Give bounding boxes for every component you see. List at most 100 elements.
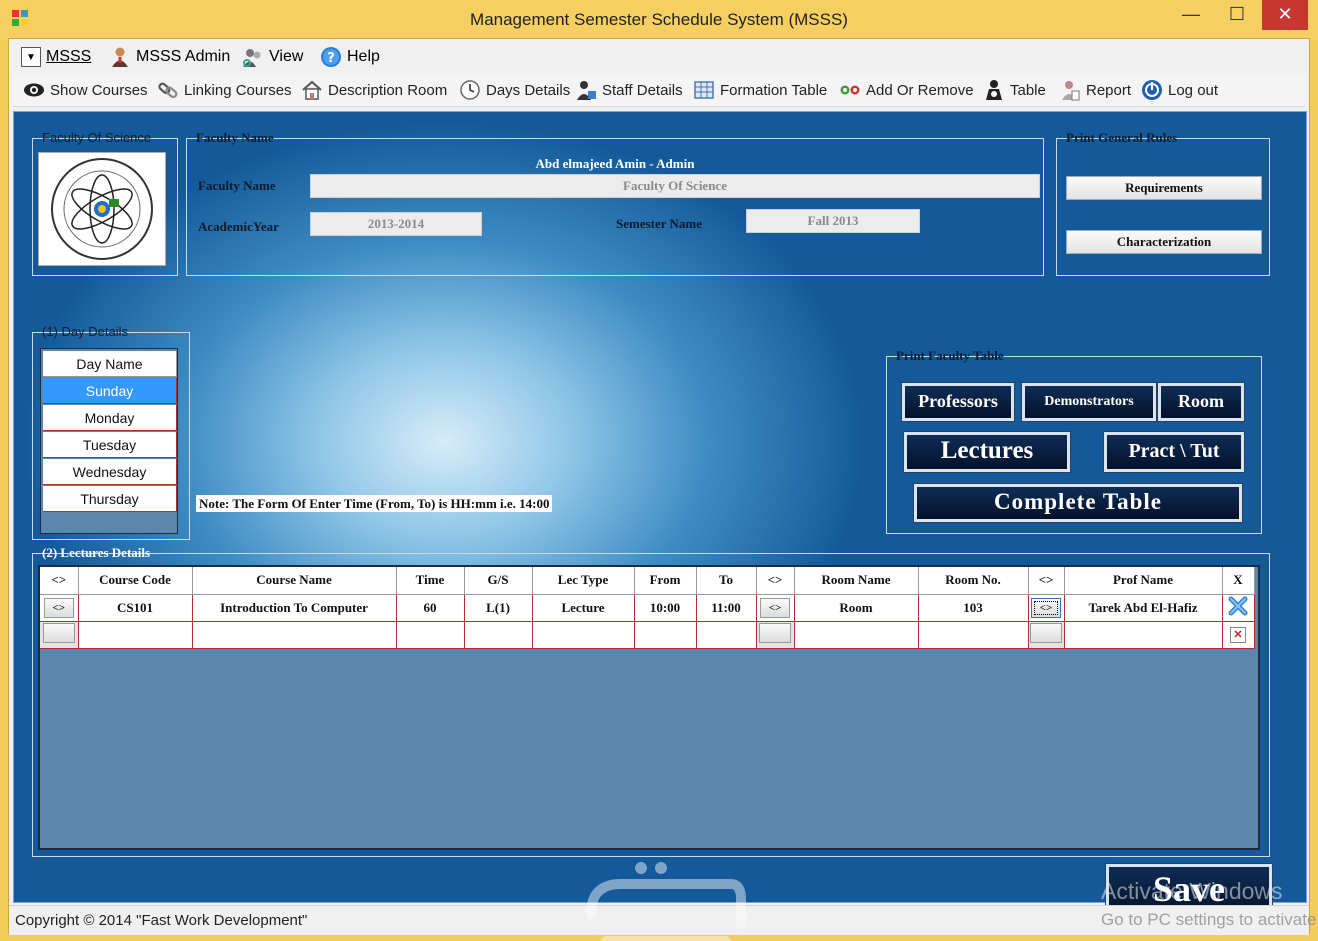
characterization-button[interactable]: Characterization (1066, 230, 1262, 254)
cell-room-no[interactable]: 103 (918, 594, 1029, 622)
row-prof-nav-button[interactable]: <> (1028, 594, 1065, 622)
group-title: Faculty Of Science (42, 130, 152, 145)
nav-button[interactable]: <> (760, 597, 790, 618)
pract-tut-button[interactable]: Pract \ Tut (1103, 431, 1245, 473)
tool-description-room[interactable]: Description Room (301, 78, 447, 102)
menu-view[interactable]: View (242, 45, 303, 69)
menu-label: MSSS Admin (136, 48, 231, 65)
empty-cell[interactable] (464, 621, 533, 649)
empty-cell[interactable] (532, 621, 635, 649)
day-list-header: Day Name (43, 351, 177, 377)
empty-cell[interactable] (40, 621, 79, 649)
day-list: Day Name Sunday Monday Tuesday Wednesday… (40, 348, 178, 534)
col-prof-name: Prof Name (1064, 567, 1223, 595)
cell-gs[interactable]: L(1) (464, 594, 533, 622)
day-monday[interactable]: Monday (43, 405, 177, 431)
delete-x-icon[interactable] (1227, 595, 1249, 617)
faculty-name-label: Faculty Name (198, 178, 276, 193)
day-thursday[interactable]: Thursday (43, 486, 177, 512)
table-row[interactable]: <> CS101 Introduction To Computer 60 L(1… (40, 594, 1255, 622)
small-delete-icon[interactable]: ✕ (1230, 627, 1246, 643)
requirements-button[interactable]: Requirements (1066, 176, 1262, 200)
nav-button[interactable]: <> (1031, 597, 1061, 618)
room-button[interactable]: Room (1157, 382, 1245, 422)
report-icon (1062, 81, 1080, 101)
admin-person-icon (112, 47, 128, 67)
col-course-name: Course Name (192, 567, 397, 595)
row-delete[interactable] (1222, 594, 1255, 622)
empty-nav-button[interactable] (1030, 622, 1062, 643)
maximize-button[interactable]: ☐ (1214, 0, 1260, 30)
menu-label: View (269, 48, 304, 65)
title-bar: Management Semester Schedule System (MSS… (0, 0, 1318, 40)
empty-cell[interactable] (696, 621, 757, 649)
empty-nav-button[interactable] (42, 622, 75, 643)
dropdown-box-icon: ▼ (21, 47, 41, 67)
cell-to[interactable]: 11:00 (696, 594, 757, 622)
tool-label: Staff Details (602, 81, 683, 99)
tool-label: Report (1086, 81, 1132, 99)
add-remove-icon (840, 85, 860, 95)
semester-name-field[interactable]: Fall 2013 (746, 209, 920, 233)
cell-course-name[interactable]: Introduction To Computer (192, 594, 397, 622)
academic-year-label: AcademicYear (198, 219, 279, 234)
copyright-text: Copyright © 2014 "Fast Work Development" (15, 912, 308, 929)
row-room-nav-button[interactable]: <> (756, 594, 795, 622)
menu-msss-admin[interactable]: MSSS Admin (109, 45, 230, 69)
table-row-new[interactable]: ✕ (40, 621, 1255, 649)
tool-days-details[interactable]: Days Details (459, 78, 570, 102)
complete-table-button[interactable]: Complete Table (913, 483, 1243, 523)
cell-prof-name[interactable]: Tarek Abd El-Hafiz (1064, 594, 1223, 622)
cell-lec-type[interactable]: Lecture (532, 594, 635, 622)
tool-report[interactable]: Report (1059, 78, 1131, 102)
day-tuesday[interactable]: Tuesday (43, 432, 177, 458)
tool-staff-details[interactable]: Staff Details (575, 78, 683, 102)
empty-cell[interactable] (918, 621, 1029, 649)
tool-label: Show Courses (50, 81, 148, 99)
empty-cell[interactable] (634, 621, 697, 649)
day-wednesday[interactable]: Wednesday (43, 459, 177, 485)
logged-user: Abd elmajeed Amin - Admin (535, 156, 695, 171)
professors-button[interactable]: Professors (901, 382, 1015, 422)
tool-label: Linking Courses (184, 81, 292, 99)
tool-table[interactable]: Table (983, 78, 1046, 102)
cell-from[interactable]: 10:00 (634, 594, 697, 622)
logout-icon (1142, 80, 1162, 100)
tool-label: Log out (1168, 81, 1219, 99)
empty-cell[interactable] (396, 621, 465, 649)
row-nav-button[interactable]: <> (40, 594, 79, 622)
tool-linking-courses[interactable]: Linking Courses (157, 78, 292, 102)
empty-cell[interactable] (1028, 621, 1065, 649)
cell-time[interactable]: 60 (396, 594, 465, 622)
empty-cell[interactable] (794, 621, 919, 649)
academic-year-field[interactable]: 2013-2014 (310, 212, 482, 236)
faculty-name-field[interactable]: Faculty Of Science (310, 174, 1040, 198)
menu-msss[interactable]: ▼ MSSS (21, 45, 91, 69)
tool-show-courses[interactable]: Show Courses (23, 78, 148, 102)
clock-icon (460, 80, 480, 100)
menu-help[interactable]: ? Help (320, 45, 380, 69)
eye-icon (24, 83, 44, 97)
minimize-button[interactable]: — (1168, 0, 1214, 30)
empty-nav-button[interactable] (759, 622, 791, 643)
empty-delete-cell[interactable]: ✕ (1222, 621, 1255, 649)
day-sunday[interactable]: Sunday (43, 378, 177, 404)
empty-cell[interactable] (756, 621, 795, 649)
close-button[interactable]: ✕ (1262, 0, 1308, 30)
tool-add-or-remove[interactable]: Add Or Remove (839, 78, 974, 102)
empty-cell[interactable] (78, 621, 193, 649)
group-title: (1) Day Details (42, 324, 128, 339)
empty-cell[interactable] (192, 621, 397, 649)
cell-course-code[interactable]: CS101 (78, 594, 193, 622)
empty-cell[interactable] (1064, 621, 1223, 649)
nav-button[interactable]: <> (43, 597, 74, 618)
lectures-table: <> Course Code Course Name Time G/S Lec … (40, 567, 1255, 649)
lectures-button[interactable]: Lectures (903, 431, 1071, 473)
tool-formation-table[interactable]: Formation Table (693, 78, 827, 102)
tool-log-out[interactable]: Log out (1141, 78, 1218, 102)
demonstrators-button[interactable]: Demonstrators (1021, 382, 1157, 422)
cell-room-name[interactable]: Room (794, 594, 919, 622)
menu-label: Help (347, 48, 380, 65)
tool-label: Add Or Remove (866, 81, 974, 99)
col-gs: G/S (464, 567, 533, 595)
